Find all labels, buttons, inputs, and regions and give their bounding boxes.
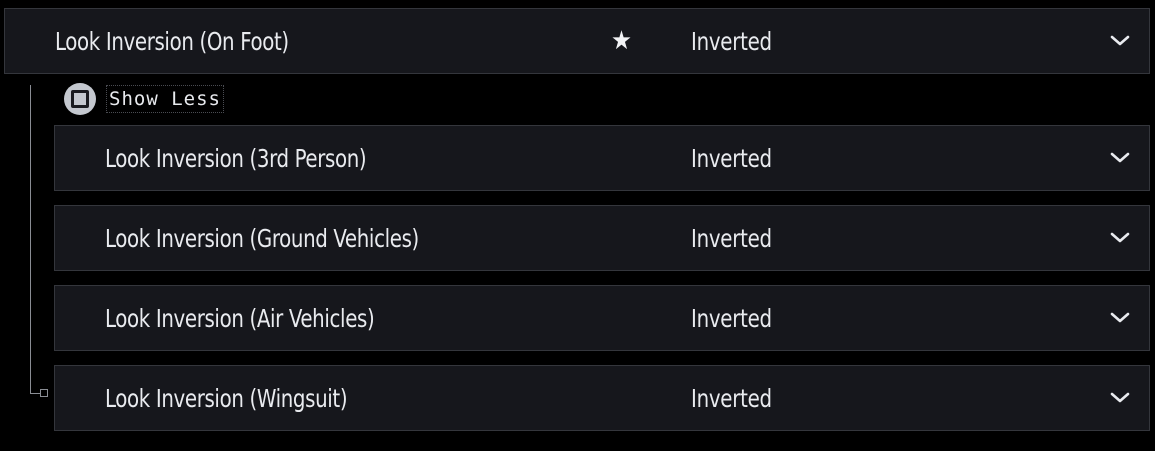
- chevron-down-icon[interactable]: [1109, 206, 1131, 270]
- tree-connector-end: [40, 389, 48, 397]
- chevron-down-icon[interactable]: [1109, 286, 1131, 350]
- setting-value: Inverted: [691, 383, 772, 413]
- square-button-icon: [64, 83, 96, 115]
- chevron-down-icon[interactable]: [1109, 9, 1131, 73]
- chevron-down-icon[interactable]: [1109, 366, 1131, 430]
- setting-label: Look Inversion (Air Vehicles): [105, 303, 375, 333]
- setting-value: Inverted: [691, 26, 772, 56]
- show-less-button[interactable]: Show Less: [64, 83, 224, 115]
- setting-row-look-inversion-3rd-person[interactable]: Look Inversion (3rd Person) Inverted: [54, 125, 1150, 191]
- setting-label: Look Inversion (3rd Person): [105, 143, 367, 173]
- setting-row-look-inversion-ground-vehicles[interactable]: Look Inversion (Ground Vehicles) Inverte…: [54, 205, 1150, 271]
- star-icon: ★: [611, 26, 632, 56]
- setting-label: Look Inversion (Wingsuit): [105, 383, 348, 413]
- chevron-down-icon[interactable]: [1109, 126, 1131, 190]
- setting-row-look-inversion-wingsuit[interactable]: Look Inversion (Wingsuit) Inverted: [54, 365, 1150, 431]
- setting-row-look-inversion-on-foot[interactable]: Look Inversion (On Foot) ★ Inverted: [4, 8, 1150, 74]
- setting-value: Inverted: [691, 223, 772, 253]
- setting-label: Look Inversion (Ground Vehicles): [105, 223, 419, 253]
- setting-row-look-inversion-air-vehicles[interactable]: Look Inversion (Air Vehicles) Inverted: [54, 285, 1150, 351]
- show-less-label: Show Less: [106, 85, 224, 113]
- tree-connector-branch: [30, 393, 40, 394]
- setting-value: Inverted: [691, 303, 772, 333]
- tree-connector-line: [30, 85, 31, 393]
- setting-label: Look Inversion (On Foot): [55, 26, 289, 56]
- setting-value: Inverted: [691, 143, 772, 173]
